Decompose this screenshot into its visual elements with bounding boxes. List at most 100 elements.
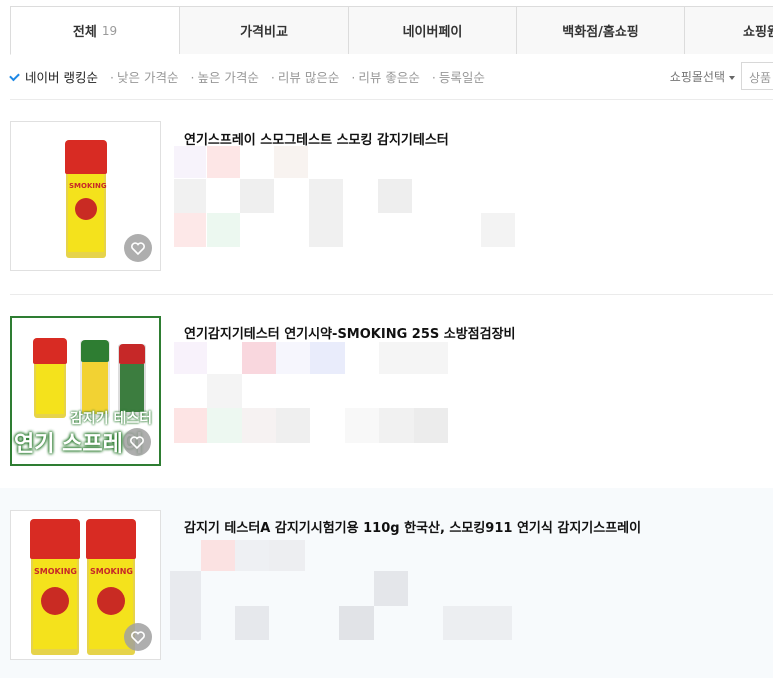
can-cap bbox=[86, 519, 136, 559]
sort-bar: 네이버 랭킹순 · 낮은 가격순 · 높은 가격순 · 리뷰 많은순 · 리뷰 좋은순 … bbox=[9, 60, 773, 92]
tab-price-compare-label: 가격비교 bbox=[240, 25, 288, 40]
product-search-input[interactable]: 상품 bbox=[741, 62, 773, 90]
can-cap bbox=[33, 338, 67, 364]
sort-low-price-label: 낮은 가격순 bbox=[116, 69, 179, 85]
can-cap bbox=[65, 140, 107, 174]
product-title[interactable]: 연기감지기테스터 연기시약-SMOKING 25S 소방점검장비 bbox=[184, 323, 516, 342]
redacted-block bbox=[379, 408, 414, 443]
redacted-block bbox=[174, 342, 207, 374]
sort-high-price-label: 높은 가격순 bbox=[197, 69, 259, 85]
sort-naver-ranking[interactable]: 네이버 랭킹순 bbox=[9, 67, 98, 86]
redacted-block bbox=[174, 146, 206, 178]
can-brand-text: SMOKING bbox=[90, 567, 133, 576]
sort-best-reviews-label: 리뷰 좋은순 bbox=[358, 69, 420, 85]
can-label bbox=[82, 362, 108, 414]
spray-can-image: SMOKING bbox=[30, 519, 80, 655]
spray-can-image: SMOKING bbox=[65, 140, 107, 258]
heart-icon bbox=[131, 630, 145, 644]
caret-down-icon bbox=[729, 75, 735, 80]
product-thumbnail[interactable]: SMOKING SMOKING bbox=[10, 510, 161, 660]
product-item: SMOKING SMOKING 감지기 테스터A 감지기시험기용 110g 한국… bbox=[0, 488, 773, 678]
sort-best-reviews[interactable]: · 리뷰 좋은순 bbox=[351, 67, 419, 86]
product-item: 감지기 테스터 연기 스프레이 연기감지기테스터 연기시약-SMOKING 25… bbox=[0, 295, 773, 488]
sort-separator: · bbox=[270, 69, 275, 85]
redacted-block bbox=[414, 408, 448, 443]
sort-separator: · bbox=[190, 69, 195, 85]
product-title[interactable]: 감지기 테스터A 감지기시험기용 110g 한국산, 스모킹911 연기식 감지… bbox=[184, 517, 641, 536]
sort-separator: · bbox=[351, 69, 356, 85]
redacted-block bbox=[481, 213, 515, 247]
spray-can-image bbox=[33, 338, 67, 418]
spray-can-image bbox=[80, 340, 110, 418]
redacted-block bbox=[174, 179, 206, 213]
mall-select-label: 쇼핑몰선택 bbox=[669, 70, 725, 84]
check-icon bbox=[9, 70, 20, 81]
can-brand-text: SMOKING bbox=[69, 182, 107, 190]
redacted-block bbox=[174, 213, 206, 247]
redacted-block bbox=[374, 571, 408, 606]
sort-separator: · bbox=[431, 69, 436, 85]
tab-shopping-window[interactable]: 쇼핑원 bbox=[684, 6, 773, 54]
redacted-block bbox=[378, 179, 412, 213]
sort-most-reviews-label: 리뷰 많은순 bbox=[277, 69, 340, 85]
can-cap bbox=[30, 519, 80, 559]
redacted-block bbox=[207, 408, 242, 443]
sort-newest[interactable]: · 등록일순 bbox=[432, 67, 485, 86]
redacted-block bbox=[170, 571, 201, 640]
sort-newest-label: 등록일순 bbox=[438, 69, 485, 85]
tab-naver-pay-label: 네이버페이 bbox=[402, 25, 463, 40]
redacted-block bbox=[242, 342, 276, 374]
wishlist-button[interactable] bbox=[124, 623, 152, 651]
thumbnail-overlay-text: 감지기 테스터 bbox=[70, 411, 153, 427]
redacted-block bbox=[235, 606, 269, 640]
mall-select-dropdown[interactable]: 쇼핑몰선택 bbox=[670, 68, 735, 85]
can-emblem bbox=[97, 587, 125, 615]
wishlist-button[interactable] bbox=[123, 428, 151, 456]
tab-price-compare[interactable]: 가격비교 bbox=[179, 6, 348, 54]
redacted-block bbox=[339, 606, 374, 640]
tab-shopping-window-label: 쇼핑원 bbox=[743, 25, 773, 40]
can-brand-text: SMOKING bbox=[34, 567, 77, 576]
tab-naver-pay[interactable]: 네이버페이 bbox=[348, 6, 516, 54]
heart-icon bbox=[130, 435, 144, 449]
can-cap bbox=[81, 340, 109, 362]
can-emblem bbox=[75, 198, 97, 220]
sort-most-reviews[interactable]: · 리뷰 많은순 bbox=[271, 67, 339, 86]
redacted-block bbox=[207, 146, 240, 178]
can-cap bbox=[119, 344, 145, 364]
tab-all-count: 19 bbox=[101, 23, 118, 38]
sort-naver-ranking-label: 네이버 랭킹순 bbox=[25, 69, 98, 85]
can-label bbox=[36, 364, 64, 414]
can-emblem bbox=[41, 587, 69, 615]
redacted-block bbox=[276, 342, 310, 374]
redacted-block bbox=[379, 342, 448, 374]
redacted-block bbox=[443, 606, 512, 640]
redacted-block bbox=[235, 540, 269, 571]
redacted-block bbox=[240, 179, 274, 213]
tab-all-label: 전체 bbox=[72, 25, 97, 40]
redacted-block bbox=[276, 408, 310, 443]
product-thumbnail[interactable]: 감지기 테스터 연기 스프레이 bbox=[10, 316, 161, 466]
category-tabs: 전체 19 가격비교 네이버페이 백화점/홈쇼핑 쇼핑원 bbox=[10, 6, 773, 55]
product-thumbnail[interactable]: SMOKING bbox=[10, 121, 161, 271]
tab-department-homeshopping[interactable]: 백화점/홈쇼핑 bbox=[516, 6, 684, 54]
sort-separator: · bbox=[109, 69, 114, 85]
redacted-block bbox=[309, 179, 343, 247]
sort-low-price[interactable]: · 낮은 가격순 bbox=[110, 67, 178, 86]
redacted-block bbox=[242, 408, 276, 443]
sort-high-price[interactable]: · 높은 가격순 bbox=[190, 67, 258, 86]
product-search-placeholder: 상품 bbox=[749, 71, 772, 85]
can-label bbox=[120, 364, 144, 412]
wishlist-button[interactable] bbox=[124, 234, 152, 262]
spray-can-image bbox=[118, 344, 146, 416]
redacted-block bbox=[174, 408, 207, 443]
redacted-block bbox=[201, 540, 235, 571]
redacted-block bbox=[274, 146, 308, 178]
product-item: SMOKING 연기스프레이 스모그테스트 스모킹 감지기테스터 bbox=[0, 100, 773, 294]
redacted-block bbox=[269, 540, 305, 571]
tab-department-homeshopping-label: 백화점/홈쇼핑 bbox=[562, 25, 639, 40]
tab-all[interactable]: 전체 19 bbox=[10, 6, 179, 55]
redacted-block bbox=[310, 342, 345, 374]
redacted-block bbox=[207, 374, 242, 408]
redacted-block bbox=[345, 408, 379, 443]
